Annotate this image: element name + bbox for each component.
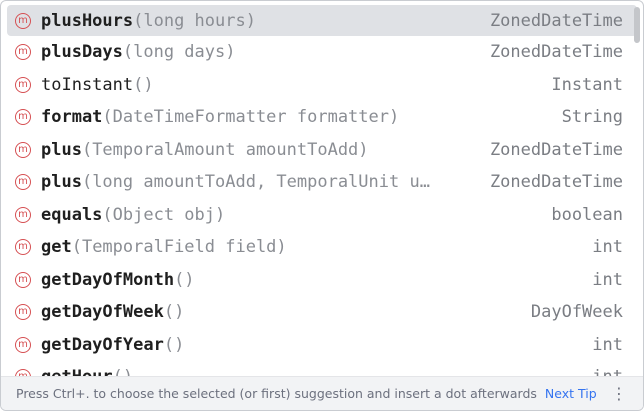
suggestion-item[interactable]: m plusHours (long hours) ZonedDateTime <box>7 5 637 36</box>
method-icon: m <box>15 141 31 158</box>
method-icon: m <box>15 304 31 321</box>
method-icon: m <box>15 336 31 353</box>
method-name: plus <box>41 139 82 160</box>
suggestion-item[interactable]: m plus (long amountToAdd, TemporalUnit u… <box>1 166 643 199</box>
suggestion-item[interactable]: m getDayOfWeek () DayOfWeek <box>1 296 643 329</box>
suggestion-item[interactable]: m equals (Object obj) boolean <box>1 199 643 232</box>
suggestion-item[interactable]: m getDayOfMonth () int <box>1 264 643 297</box>
return-type: int <box>592 237 623 258</box>
method-params: (TemporalField field) <box>71 237 287 258</box>
suggestion-item[interactable]: m format (DateTimeFormatter formatter) S… <box>1 101 643 134</box>
next-tip-link[interactable]: Next Tip <box>545 386 597 401</box>
return-type: ZonedDateTime <box>489 10 623 31</box>
suggestion-list[interactable]: m plusHours (long hours) ZonedDateTime m… <box>1 1 643 377</box>
suggestion-item[interactable]: m toInstant () Instant <box>1 69 643 102</box>
method-name: equals <box>41 204 103 225</box>
method-name: format <box>41 107 103 128</box>
suggestion-item[interactable]: m get (TemporalField field) int <box>1 231 643 264</box>
method-name: getDayOfYear <box>41 334 164 355</box>
more-vertical-icon[interactable]: ⋮ <box>611 385 627 402</box>
method-icon: m <box>15 271 31 288</box>
return-type: ZonedDateTime <box>489 139 623 160</box>
method-params: (long amountToAdd, TemporalUnit u… <box>81 172 430 193</box>
completion-popup: m plusHours (long hours) ZonedDateTime m… <box>0 0 644 411</box>
method-params: (Object obj) <box>102 204 226 225</box>
return-type: int <box>592 269 623 290</box>
return-type: ZonedDateTime <box>489 172 623 193</box>
return-type: ZonedDateTime <box>489 42 623 63</box>
return-type: Instant <box>551 74 623 95</box>
footer-hint: Press Ctrl+. to choose the selected (or … <box>16 386 537 401</box>
return-type: DayOfWeek <box>530 302 623 323</box>
method-name: get <box>41 237 72 258</box>
method-icon: m <box>15 12 31 29</box>
suggestion-item[interactable]: m plus (TemporalAmount amountToAdd) Zone… <box>1 134 643 167</box>
method-params: (long hours) <box>133 10 256 31</box>
method-name: toInstant <box>41 74 134 95</box>
method-name: plusHours <box>41 10 134 31</box>
method-name: plus <box>41 172 82 193</box>
method-params: () <box>163 334 185 355</box>
method-params: () <box>133 74 154 95</box>
method-params: () <box>174 269 195 290</box>
suggestion-item[interactable]: m getDayOfYear () int <box>1 329 643 362</box>
method-params: (long days) <box>122 42 236 63</box>
return-type: int <box>592 334 623 355</box>
method-name: plusDays <box>41 42 123 63</box>
method-icon: m <box>15 44 31 61</box>
suggestion-item[interactable]: m getHour () int <box>1 361 643 377</box>
return-type: String <box>561 107 623 128</box>
method-params: (DateTimeFormatter formatter) <box>102 107 400 128</box>
method-name: getDayOfMonth <box>41 269 175 290</box>
method-params: () <box>163 302 185 323</box>
method-icon: m <box>15 174 31 191</box>
scrollbar-thumb[interactable] <box>634 7 640 43</box>
method-params: (TemporalAmount amountToAdd) <box>81 139 369 160</box>
method-icon: m <box>15 76 31 93</box>
method-icon: m <box>15 109 31 126</box>
method-icon: m <box>15 239 31 256</box>
return-type: boolean <box>551 204 623 225</box>
completion-footer: Press Ctrl+. to choose the selected (or … <box>1 376 643 410</box>
method-name: getDayOfWeek <box>41 302 164 323</box>
method-icon: m <box>15 206 31 223</box>
suggestion-item[interactable]: m plusDays (long days) ZonedDateTime <box>1 36 643 69</box>
